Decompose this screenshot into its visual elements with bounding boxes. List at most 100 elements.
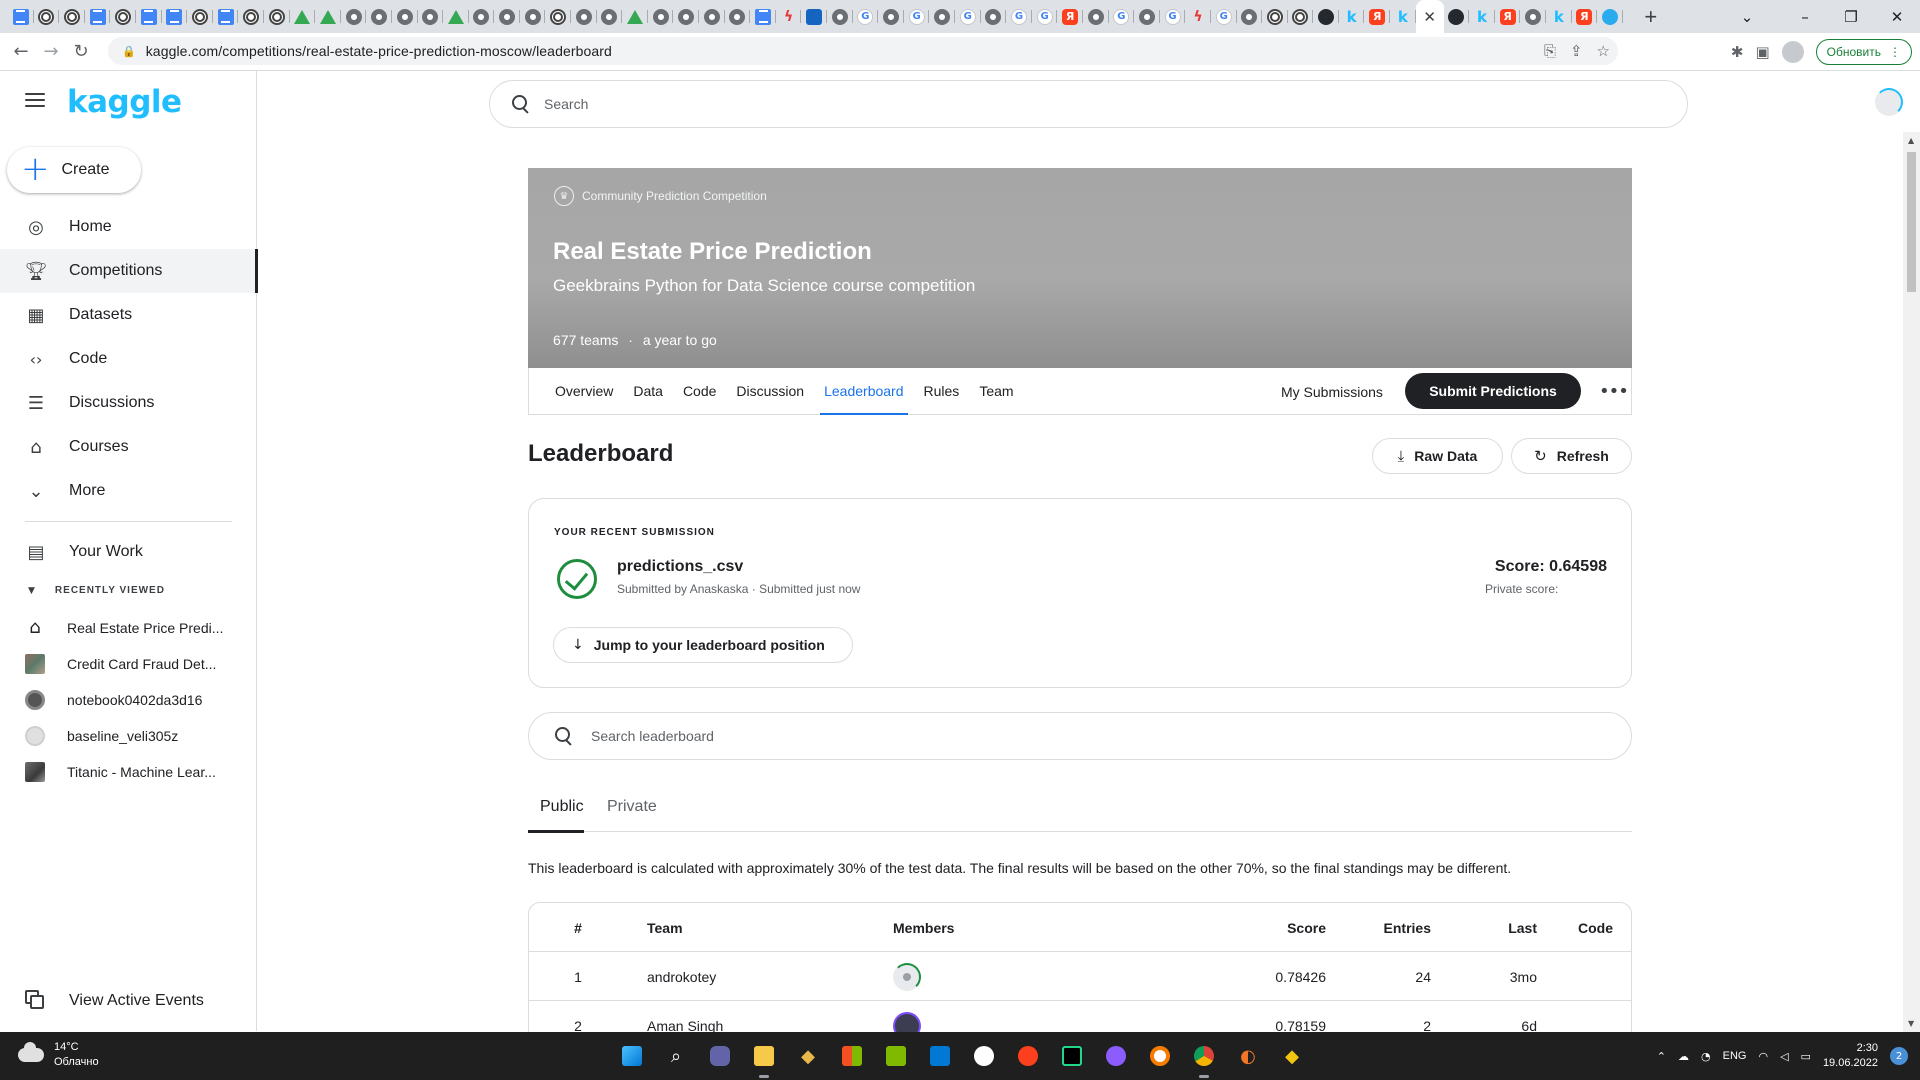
browser-tab[interactable]: [673, 0, 699, 33]
git-icon[interactable]: ◆: [1276, 1040, 1308, 1072]
my-submissions-link[interactable]: My Submissions: [1281, 368, 1383, 415]
browser-tab[interactable]: [110, 0, 136, 33]
browser-tab[interactable]: [187, 0, 213, 33]
browser-tab[interactable]: [699, 0, 725, 33]
browser-tab[interactable]: k: [1546, 0, 1572, 33]
browser-tab[interactable]: [878, 0, 904, 33]
browser-tab[interactable]: [1083, 0, 1109, 33]
team-name[interactable]: androkotey: [647, 952, 716, 1001]
refresh-button[interactable]: ↻ Refresh: [1511, 438, 1632, 474]
notepad-icon[interactable]: [880, 1040, 912, 1072]
browser-tab[interactable]: ϟ: [776, 0, 802, 33]
search-icon[interactable]: ⌕: [660, 1040, 692, 1072]
windows-start-icon[interactable]: [616, 1040, 648, 1072]
browser-tab[interactable]: k: [1469, 0, 1495, 33]
browser-tab[interactable]: [1444, 0, 1470, 33]
browser-tab[interactable]: [750, 0, 776, 33]
jump-to-position-button[interactable]: ↓ Jump to your leaderboard position: [553, 627, 853, 663]
browser-tab[interactable]: G: [1032, 0, 1058, 33]
browser-tab[interactable]: [929, 0, 955, 33]
sync-icon[interactable]: ◔: [1701, 1050, 1711, 1063]
microsoft-store-icon[interactable]: [836, 1040, 868, 1072]
browser-tab[interactable]: [981, 0, 1007, 33]
tab-code[interactable]: Code: [683, 368, 716, 415]
kaggle-logo[interactable]: kaggle: [67, 84, 182, 120]
browser-tab[interactable]: [648, 0, 674, 33]
tab-team[interactable]: Team: [979, 368, 1013, 415]
yandex-icon[interactable]: [1012, 1040, 1044, 1072]
tab-search-icon[interactable]: ⌄: [1724, 8, 1770, 26]
browser-tab[interactable]: Я: [1364, 0, 1390, 33]
recently-viewed-item[interactable]: baseline_veli305z: [0, 718, 257, 754]
browser-tab[interactable]: [520, 0, 546, 33]
table-row[interactable]: 1 androkotey 0.78426 24 3mo: [529, 952, 1631, 1001]
browser-tab[interactable]: [469, 0, 495, 33]
page-scrollbar[interactable]: ▲ ▼: [1903, 132, 1920, 1032]
close-window-button[interactable]: ✕: [1874, 8, 1920, 26]
browser-tab[interactable]: [443, 0, 469, 33]
volume-muted-icon[interactable]: ◁: [1780, 1050, 1788, 1063]
browser-tab[interactable]: G: [1109, 0, 1135, 33]
forward-button[interactable]: →: [36, 37, 66, 67]
sidebar-item-discussions[interactable]: ☰ Discussions: [0, 381, 257, 425]
browser-tab[interactable]: [801, 0, 827, 33]
weather-widget[interactable]: 14°C Облачно: [18, 1040, 99, 1070]
browser-tab[interactable]: [597, 0, 623, 33]
file-explorer-icon[interactable]: [748, 1040, 780, 1078]
new-tab-button[interactable]: +: [1637, 4, 1665, 30]
view-active-events-button[interactable]: View Active Events: [0, 979, 257, 1023]
minimize-button[interactable]: –: [1782, 8, 1828, 26]
sidebar-item-courses[interactable]: ⌂ Courses: [0, 425, 257, 469]
browser-tab[interactable]: [85, 0, 111, 33]
browser-tab[interactable]: [366, 0, 392, 33]
hamburger-menu-icon[interactable]: [25, 93, 45, 107]
leaderboard-search-input[interactable]: Search leaderboard: [528, 712, 1632, 760]
user-avatar[interactable]: [1875, 88, 1903, 116]
browser-tab[interactable]: [1520, 0, 1546, 33]
sidebar-item-datasets[interactable]: ▦ Datasets: [0, 293, 257, 337]
browser-tab[interactable]: [545, 0, 571, 33]
browser-tab[interactable]: [1597, 0, 1623, 33]
notifications-badge[interactable]: 2: [1890, 1047, 1908, 1065]
browser-tab[interactable]: [34, 0, 60, 33]
sidebar-item-your-work[interactable]: ▤ Your Work: [0, 530, 257, 574]
tab-rules[interactable]: Rules: [924, 368, 960, 415]
submission-filename[interactable]: predictions_.csv: [617, 558, 743, 576]
browser-tab[interactable]: Я: [1495, 0, 1521, 33]
browser-tab[interactable]: [341, 0, 367, 33]
active-tab-close-icon[interactable]: ✕: [1415, 0, 1444, 33]
battery-icon[interactable]: ▭: [1801, 1050, 1811, 1063]
wifi-icon[interactable]: ◠: [1758, 1050, 1768, 1063]
scroll-down-icon[interactable]: ▼: [1908, 1019, 1914, 1028]
browser-tab[interactable]: [622, 0, 648, 33]
browser-tab[interactable]: [162, 0, 188, 33]
pycharm-icon[interactable]: [1056, 1040, 1088, 1072]
headphones-app-icon[interactable]: [1144, 1040, 1176, 1072]
language-indicator[interactable]: ENG: [1723, 1050, 1747, 1062]
browser-tab[interactable]: [827, 0, 853, 33]
browser-tab[interactable]: [725, 0, 751, 33]
browser-tab[interactable]: [8, 0, 34, 33]
recently-viewed-item[interactable]: ⌂ Real Estate Price Predi...: [0, 610, 257, 646]
chevron-up-icon[interactable]: ⌃: [1657, 1050, 1666, 1063]
browser-tab[interactable]: G: [853, 0, 879, 33]
sidebar-item-competitions[interactable]: 🏆︎ Competitions: [0, 249, 258, 293]
sidebar-item-home[interactable]: ◎ Home: [0, 205, 257, 249]
mail-icon[interactable]: [924, 1040, 956, 1072]
tab-data[interactable]: Data: [633, 368, 663, 415]
reload-button[interactable]: ↻: [66, 37, 96, 67]
browser-tab[interactable]: G: [1160, 0, 1186, 33]
browser-tab[interactable]: G: [904, 0, 930, 33]
extensions-icon[interactable]: ✱: [1731, 43, 1744, 61]
more-options-icon[interactable]: •••: [1599, 368, 1629, 415]
profile-avatar[interactable]: [1781, 41, 1804, 63]
recently-viewed-item[interactable]: notebook0402da3d16: [0, 682, 257, 718]
browser-tab[interactable]: [1262, 0, 1288, 33]
browser-tab[interactable]: [494, 0, 520, 33]
browser-tab[interactable]: [1313, 0, 1339, 33]
share-icon[interactable]: ⇪: [1570, 42, 1583, 60]
translate-icon[interactable]: ⎘: [1544, 42, 1556, 60]
url-text[interactable]: kaggle.com/competitions/real-estate-pric…: [146, 43, 612, 59]
scroll-up-icon[interactable]: ▲: [1908, 136, 1914, 145]
browser-tab[interactable]: Я: [1057, 0, 1083, 33]
